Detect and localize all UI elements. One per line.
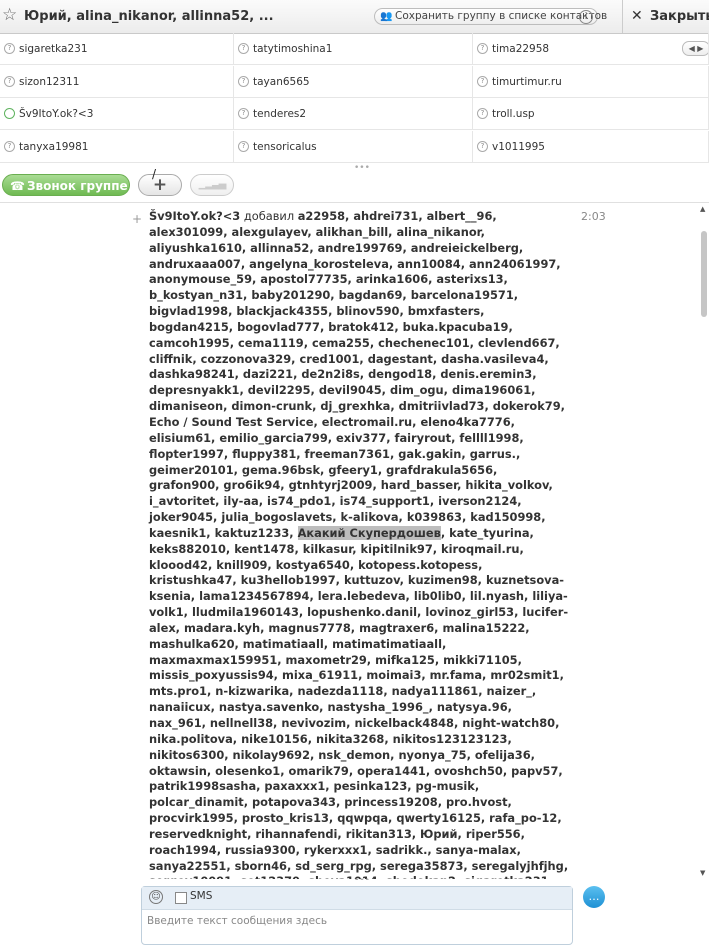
participant-cell[interactable]: ? tima22958: [473, 33, 709, 65]
send-icon: …: [588, 890, 600, 903]
add-participant-button[interactable]: +: [138, 174, 182, 196]
participant-name: Šv9ItoY.ok?<3: [19, 108, 94, 120]
offline-status-icon: ?: [477, 140, 488, 152]
offline-status-icon: ?: [238, 75, 249, 87]
participant-name: troll.usp: [492, 108, 535, 120]
participants-grid: ◀ ▶ ? sigaretka231? tatytimoshina1? tima229…: [0, 33, 709, 163]
added-names-part2: , kate_tyurina, keks882010, kent1478, ki…: [149, 525, 569, 879]
offline-status-icon: ?: [238, 43, 249, 54]
offline-status-icon: ?: [4, 140, 15, 152]
participant-cell[interactable]: ? troll.usp: [473, 98, 709, 130]
participant-name: tatytimoshina1: [253, 43, 333, 55]
close-button[interactable]: Закрыть: [650, 9, 709, 24]
call-group-button[interactable]: ☎ Звонок группе: [2, 174, 130, 196]
participant-cell[interactable]: ? tayan6565: [234, 65, 473, 98]
info-icon[interactable]: i: [579, 10, 593, 24]
phone-icon: ☎: [10, 179, 25, 193]
participant-name: tensoricalus: [253, 140, 317, 153]
save-group-label: Сохранить группу в списке контактов: [395, 10, 608, 22]
participant-name: sigaretka231: [19, 43, 88, 55]
composer-toolbar: ☺ SMS: [142, 887, 572, 910]
participant-name: timurtimur.ru: [492, 75, 562, 88]
participant-name: v1011995: [492, 140, 545, 153]
participant-cell[interactable]: ? sigaretka231: [0, 33, 234, 65]
offline-status-icon: ?: [4, 43, 15, 54]
scroll-up-icon[interactable]: ▲: [700, 205, 705, 213]
participant-name: tanyxa19981: [19, 140, 89, 153]
message-history[interactable]: + Šv9ItoY.ok?<3 добавил a22958, ahdrei73…: [0, 203, 709, 879]
messages-scrollbar[interactable]: ▲ ▼: [699, 203, 709, 879]
participant-cell[interactable]: ? tatytimoshina1: [234, 33, 473, 65]
divider: [622, 0, 623, 33]
close-icon[interactable]: ✕: [631, 8, 643, 24]
message-composer: ☺ SMS Введите текст сообщения здесь …: [0, 880, 709, 950]
participant-cell[interactable]: ? tanyxa19981: [0, 130, 234, 163]
emoticon-icon[interactable]: ☺: [149, 890, 163, 904]
participant-name: tima22958: [492, 43, 550, 55]
message-input-box: ☺ SMS Введите текст сообщения здесь: [141, 886, 573, 945]
participant-name: sizon12311: [19, 75, 80, 88]
message-timestamp: 2:03: [581, 210, 606, 223]
message-author[interactable]: Šv9ItoY.ok?<3: [149, 209, 240, 223]
offline-status-icon: ?: [477, 108, 488, 119]
participant-name: tenderes2: [253, 108, 307, 120]
conversation-header: ☆ Юрий, alina_nikanor, allinna52, ... 👥 …: [0, 0, 709, 34]
scrollbar-thumb[interactable]: [701, 231, 707, 317]
conversation-title: Юрий, alina_nikanor, allinna52, ...: [24, 9, 274, 24]
participant-cell[interactable]: Šv9ItoY.ok?<3: [0, 98, 234, 130]
participant-cell[interactable]: ? sizon12311: [0, 65, 234, 98]
participant-cell[interactable]: ? timurtimur.ru: [473, 65, 709, 98]
sms-checkbox[interactable]: [175, 892, 187, 904]
offline-status-icon: ?: [238, 108, 249, 119]
send-button[interactable]: …: [583, 886, 605, 908]
scroll-down-icon[interactable]: ▼: [700, 869, 705, 877]
call-toolbar: ☎ Звонок группе + / ▁▂▃▄: [0, 167, 709, 203]
message-text: Šv9ItoY.ok?<3 добавил a22958, ahdrei731,…: [149, 209, 569, 879]
call-quality-button[interactable]: ▁▂▃▄: [190, 174, 234, 196]
message-action: добавил: [240, 209, 298, 223]
call-group-label: Звонок группе: [27, 179, 128, 193]
participant-cell[interactable]: ? tenderes2: [234, 98, 473, 130]
signal-bars-icon: ▁▂▃▄: [198, 179, 227, 190]
added-names-part1: a22958, ahdrei731, albert__96, alex30109…: [149, 209, 565, 540]
sms-label: SMS: [190, 890, 213, 902]
expand-plus-icon[interactable]: +: [132, 212, 142, 226]
highlighted-name: Акакий Скупердошев: [297, 525, 441, 540]
participant-cell[interactable]: ? v1011995: [473, 130, 709, 163]
participant-cell[interactable]: ? tensoricalus: [234, 130, 473, 163]
group-icon: 👥: [380, 11, 393, 22]
favorite-star-icon[interactable]: ☆: [2, 6, 17, 24]
participant-name: tayan6565: [253, 75, 310, 88]
offline-status-icon: ?: [4, 75, 15, 87]
mouse-cursor-icon: /: [152, 167, 157, 181]
offline-status-icon: ?: [477, 75, 488, 87]
offline-status-icon: ?: [238, 140, 249, 152]
online-status-icon: [4, 108, 15, 119]
offline-status-icon: ?: [477, 43, 488, 54]
message-input[interactable]: Введите текст сообщения здесь: [147, 915, 565, 927]
save-group-button[interactable]: 👥 Сохранить группу в списке контактов i: [374, 8, 607, 25]
